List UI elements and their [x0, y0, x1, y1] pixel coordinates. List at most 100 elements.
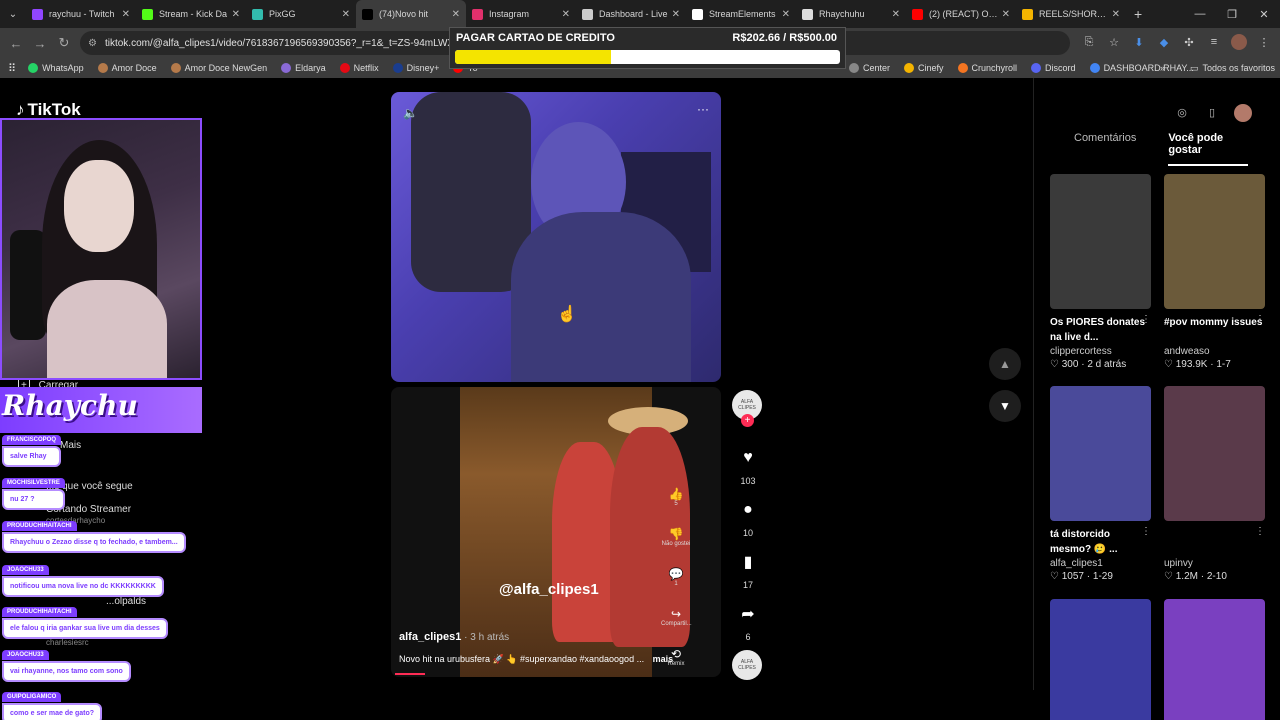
tab-close-icon[interactable]: ✕: [562, 9, 570, 20]
video-previous[interactable]: 🔈 ···: [391, 92, 721, 382]
video-title[interactable]: [1164, 527, 1265, 557]
browser-tab[interactable]: REELS/SHORTS - ✕: [1016, 0, 1126, 28]
more-options-icon[interactable]: ⋮: [1255, 314, 1265, 325]
new-tab-icon[interactable]: +: [1134, 6, 1142, 22]
author-avatar-action[interactable]: ALFA CLIPES +: [732, 390, 764, 427]
browser-tab[interactable]: Rhaychuhu ✕: [796, 0, 906, 28]
more-bookmarks-icon[interactable]: »: [1160, 63, 1165, 73]
bookmark-item[interactable]: Disney+: [392, 63, 439, 73]
tab-close-icon[interactable]: ✕: [232, 9, 240, 20]
browser-tab[interactable]: raychuu - Twitch ✕: [26, 0, 136, 28]
media-icon[interactable]: ≡: [1206, 34, 1222, 50]
extension-icon[interactable]: ◆: [1156, 34, 1172, 50]
author-name[interactable]: alfa_clipes1: [399, 631, 461, 643]
recommended-video-card[interactable]: [1050, 599, 1151, 720]
browser-tab[interactable]: (2) (REACT) O qu ✕: [906, 0, 1016, 28]
bookmark-item[interactable]: Cinefy: [904, 63, 944, 73]
video-author[interactable]: alfa_clipes1: [1050, 558, 1151, 569]
save-action[interactable]: ▮ 17: [732, 546, 764, 590]
bookmark-star-icon[interactable]: ☆: [1106, 34, 1122, 50]
browser-tab[interactable]: PixGG ✕: [246, 0, 356, 28]
all-bookmarks-folder[interactable]: ▭ Todos os favoritos: [1190, 63, 1275, 74]
recommended-video-card[interactable]: #pov mommy issues andweaso ♡ 193.9K · 1-7 ⋮: [1164, 174, 1265, 370]
reload-icon[interactable]: ↻: [52, 35, 76, 51]
tab-close-icon[interactable]: ✕: [782, 9, 790, 20]
heart-icon[interactable]: ♥: [732, 442, 764, 474]
bookmark-item[interactable]: DASHBOARD RHAY...: [1089, 63, 1194, 73]
tab-close-icon[interactable]: ✕: [1002, 9, 1010, 20]
bookmark-item[interactable]: Amor Doce: [97, 63, 157, 73]
bookmark-item[interactable]: Netflix: [339, 63, 379, 73]
bookmark-item[interactable]: Discord: [1031, 63, 1076, 73]
more-options-icon[interactable]: ⋮: [1255, 526, 1265, 537]
tab-close-icon[interactable]: ✕: [672, 9, 680, 20]
recommended-video-card[interactable]: upinvy ♡ 1.2M · 2-10 ⋮: [1164, 386, 1265, 582]
more-options-icon[interactable]: ⋮: [1141, 526, 1151, 537]
minimize-icon[interactable]: —: [1184, 0, 1216, 28]
share-icon[interactable]: ➦: [732, 598, 764, 630]
inline-action-icon[interactable]: 💬: [661, 567, 691, 581]
follow-plus-icon[interactable]: +: [741, 414, 754, 427]
video-progress[interactable]: [395, 673, 425, 675]
forward-icon[interactable]: →: [28, 36, 52, 51]
inline-action-icon[interactable]: 👎: [661, 527, 691, 541]
device-icon[interactable]: ▯: [1204, 104, 1220, 120]
video-title[interactable]: #pov mommy issues: [1164, 315, 1265, 345]
video-thumbnail[interactable]: [1050, 174, 1151, 309]
browser-tab[interactable]: StreamElements ✕: [686, 0, 796, 28]
browser-tab[interactable]: Instagram ✕: [466, 0, 576, 28]
apps-icon[interactable]: ⠿: [8, 62, 16, 75]
sound-disc-icon[interactable]: ALFA CLIPES: [732, 650, 762, 680]
bookmark-item[interactable]: Crunchyroll: [957, 63, 1017, 73]
more-options-icon[interactable]: ···: [697, 102, 709, 116]
video-thumbnail[interactable]: [1164, 386, 1265, 521]
video-thumbnail[interactable]: [1050, 386, 1151, 521]
bookmark-icon[interactable]: ▮: [732, 546, 764, 578]
bookmark-item[interactable]: WhatsApp: [28, 63, 84, 73]
video-thumbnail[interactable]: [1050, 599, 1151, 720]
share-action[interactable]: ➦ 6: [732, 598, 764, 642]
inline-action[interactable]: ↪ Compartil...: [661, 607, 692, 627]
see-more-link[interactable]: mais: [653, 654, 674, 664]
bookmark-item[interactable]: Amor Doce NewGen: [170, 63, 267, 73]
back-icon[interactable]: ←: [4, 36, 28, 51]
inline-action-icon[interactable]: ↪: [661, 607, 691, 621]
site-info-icon[interactable]: ⚙: [88, 38, 97, 49]
video-thumbnail[interactable]: [1164, 599, 1265, 720]
video-thumbnail[interactable]: [1164, 174, 1265, 309]
video-author[interactable]: andweaso: [1164, 346, 1265, 357]
inline-action[interactable]: 💬 1: [661, 567, 691, 587]
inline-action-icon[interactable]: 👍: [661, 487, 691, 501]
video-author[interactable]: alfa_clipes1 · 3 h atrás: [399, 631, 509, 643]
tab-comments[interactable]: Comentários: [1074, 132, 1136, 166]
compass-icon[interactable]: ◎: [1174, 104, 1190, 120]
comment-action[interactable]: ● 10: [732, 494, 764, 538]
video-author[interactable]: upinvy: [1164, 558, 1265, 569]
inline-action[interactable]: 👍 5: [661, 487, 691, 507]
like-action[interactable]: ♥ 103: [732, 442, 764, 486]
tab-close-icon[interactable]: ✕: [342, 9, 350, 20]
browser-tab[interactable]: Dashboard - Live ✕: [576, 0, 686, 28]
tab-search-icon[interactable]: ⌄: [0, 0, 26, 28]
download-icon[interactable]: ⬇: [1131, 34, 1147, 50]
video-title[interactable]: tá distorcido mesmo? 🥲 ...: [1050, 527, 1151, 557]
browser-tab[interactable]: Stream - Kick Da ✕: [136, 0, 246, 28]
tab-close-icon[interactable]: ✕: [1112, 9, 1120, 20]
recommended-video-card[interactable]: tá distorcido mesmo? 🥲 ... alfa_clipes1 ♡ …: [1050, 386, 1151, 582]
video-author[interactable]: clippercortess: [1050, 346, 1151, 357]
recommended-video-card[interactable]: Os PIORES donates na live d... clippercor…: [1050, 174, 1151, 370]
recommended-video-card[interactable]: [1164, 599, 1265, 720]
browser-tab[interactable]: (74)Novo hit ✕: [356, 0, 466, 28]
tab-close-icon[interactable]: ✕: [452, 9, 460, 20]
tiktok-logo[interactable]: ♪ TikTok: [16, 100, 81, 120]
maximize-icon[interactable]: ❐: [1216, 0, 1248, 28]
profile-icon[interactable]: [1231, 34, 1247, 50]
more-item[interactable]: Mais: [60, 440, 81, 451]
inline-action[interactable]: 👎 Não gostei: [661, 527, 691, 547]
tab-you-may-like[interactable]: Você pode gostar: [1168, 132, 1248, 166]
video-current[interactable]: @alfa_clipes1 👍 5 👎 Não gostei 💬 1 ↪ Compartil.…: [391, 387, 721, 677]
sound-action[interactable]: ALFA CLIPES: [732, 650, 764, 680]
video-title[interactable]: Os PIORES donates na live d...: [1050, 315, 1151, 345]
bookmark-item[interactable]: Eldarya: [281, 63, 326, 73]
tab-close-icon[interactable]: ✕: [122, 9, 130, 20]
